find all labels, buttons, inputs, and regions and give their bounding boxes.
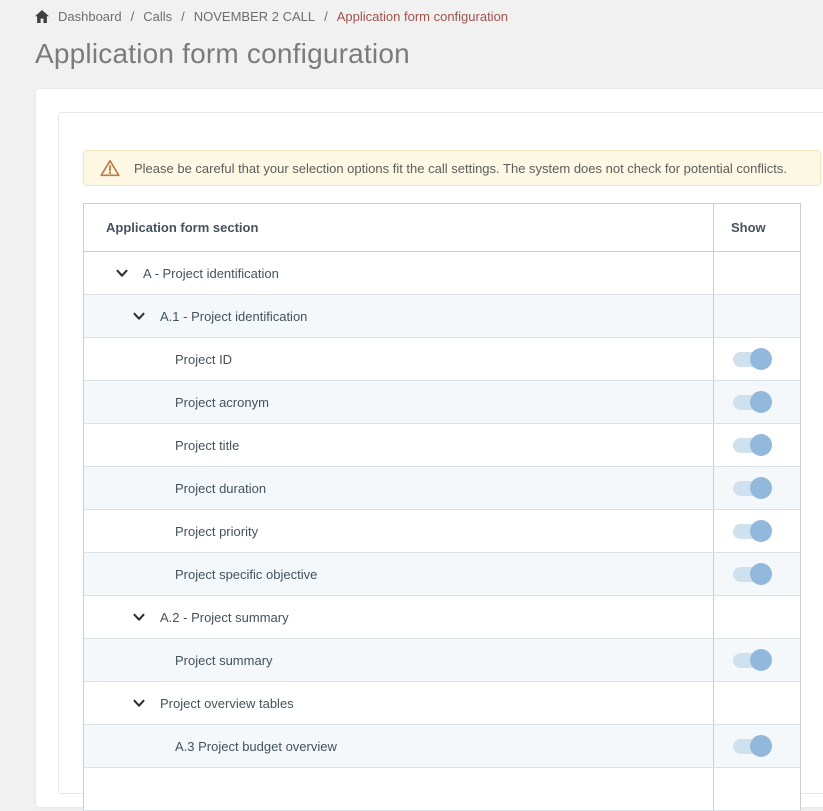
table-header-row: Application form section Show [84,204,801,252]
field-label: Project specific objective [175,567,317,582]
table-row: A.1 - Project identification [84,295,801,338]
field-label: A.3 Project budget overview [175,739,337,754]
breadcrumb-dashboard[interactable]: Dashboard [58,9,122,24]
home-icon[interactable] [35,10,49,23]
table-row: A.3 Project budget overview [84,725,801,768]
table-row: Project summary [84,639,801,682]
show-toggle[interactable] [733,567,763,582]
show-toggle[interactable] [733,352,763,367]
field-label: Project summary [175,653,273,668]
section-label: Project overview tables [160,696,294,711]
show-toggle[interactable] [733,524,763,539]
column-header-show: Show [714,204,801,252]
field-label: Project title [175,438,239,453]
warning-icon [100,159,120,177]
breadcrumb: Dashboard / Calls / NOVEMBER 2 CALL / Ap… [35,6,508,26]
show-toggle[interactable] [733,653,763,668]
show-toggle[interactable] [733,481,763,496]
breadcrumb-current: Application form configuration [337,9,508,24]
chevron-down-icon[interactable] [133,699,145,708]
table-row: A - Project identification [84,252,801,295]
chevron-down-icon[interactable] [133,312,145,321]
breadcrumb-call-name[interactable]: NOVEMBER 2 CALL [194,9,315,24]
content-panel: Please be careful that your selection op… [58,112,823,794]
application-form-config-table: Application form section Show A - Projec… [83,203,801,811]
show-toggle[interactable] [733,438,763,453]
field-label: Project priority [175,524,258,539]
breadcrumb-separator: / [181,9,185,24]
show-toggle[interactable] [733,395,763,410]
field-label: Project acronym [175,395,269,410]
table-row: Project priority [84,510,801,553]
table-row: A.2 - Project summary [84,596,801,639]
breadcrumb-calls[interactable]: Calls [143,9,172,24]
page-title: Application form configuration [35,38,410,70]
table-row: Project overview tables [84,682,801,725]
column-header-section: Application form section [84,204,714,252]
chevron-down-icon[interactable] [133,613,145,622]
section-label: A.2 - Project summary [160,610,289,625]
warning-alert: Please be careful that your selection op… [83,150,821,186]
table-row: Project ID [84,338,801,381]
chevron-down-icon[interactable] [116,269,128,278]
field-label: Project ID [175,352,232,367]
section-label: A.1 - Project identification [160,309,307,324]
show-toggle[interactable] [733,739,763,754]
table-row: Project acronym [84,381,801,424]
warning-alert-text: Please be careful that your selection op… [134,161,787,176]
field-label: Project duration [175,481,266,496]
breadcrumb-separator: / [131,9,135,24]
section-label: A - Project identification [143,266,279,281]
breadcrumb-separator: / [324,9,328,24]
table-row: Project specific objective [84,553,801,596]
content-card: Please be careful that your selection op… [35,88,823,808]
table-row: Project duration [84,467,801,510]
table-row [84,768,801,811]
table-row: Project title [84,424,801,467]
